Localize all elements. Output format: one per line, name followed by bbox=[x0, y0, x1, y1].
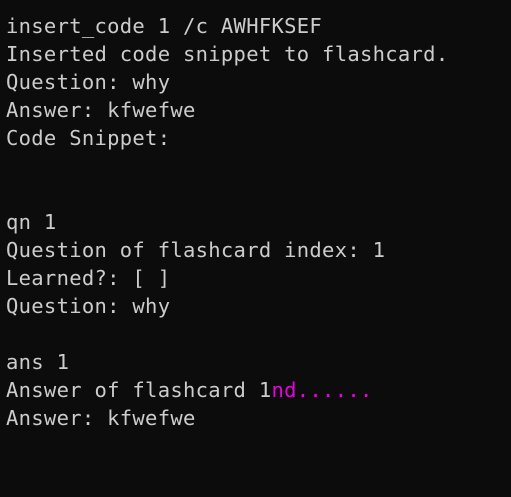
output-line: Question: why bbox=[6, 70, 171, 94]
answer-line-prefix: Answer of flashcard 1 bbox=[6, 378, 272, 402]
terminal-window[interactable]: insert_code 1 /c AWHFKSEF Inserted code … bbox=[0, 0, 511, 497]
output-line: Learned?: [ ] bbox=[6, 266, 171, 290]
output-line: Answer of flashcard 1nd...... bbox=[6, 376, 511, 404]
output-line: Question of flashcard index: 1 bbox=[6, 238, 386, 262]
output-line: Code Snippet: bbox=[6, 126, 171, 150]
output-line: Answer: kfwefwe bbox=[6, 98, 196, 122]
answer-line-accent-text: nd...... bbox=[271, 378, 373, 402]
command-input-line: qn 1 bbox=[6, 210, 57, 234]
output-line: Inserted code snippet to flashcard. bbox=[6, 42, 449, 66]
command-input-line: ans 1 bbox=[6, 350, 70, 374]
output-line: Answer: kfwefwe bbox=[6, 406, 196, 430]
output-line: Question: why bbox=[6, 294, 171, 318]
command-input-line: insert_code 1 /c AWHFKSEF bbox=[6, 14, 323, 38]
